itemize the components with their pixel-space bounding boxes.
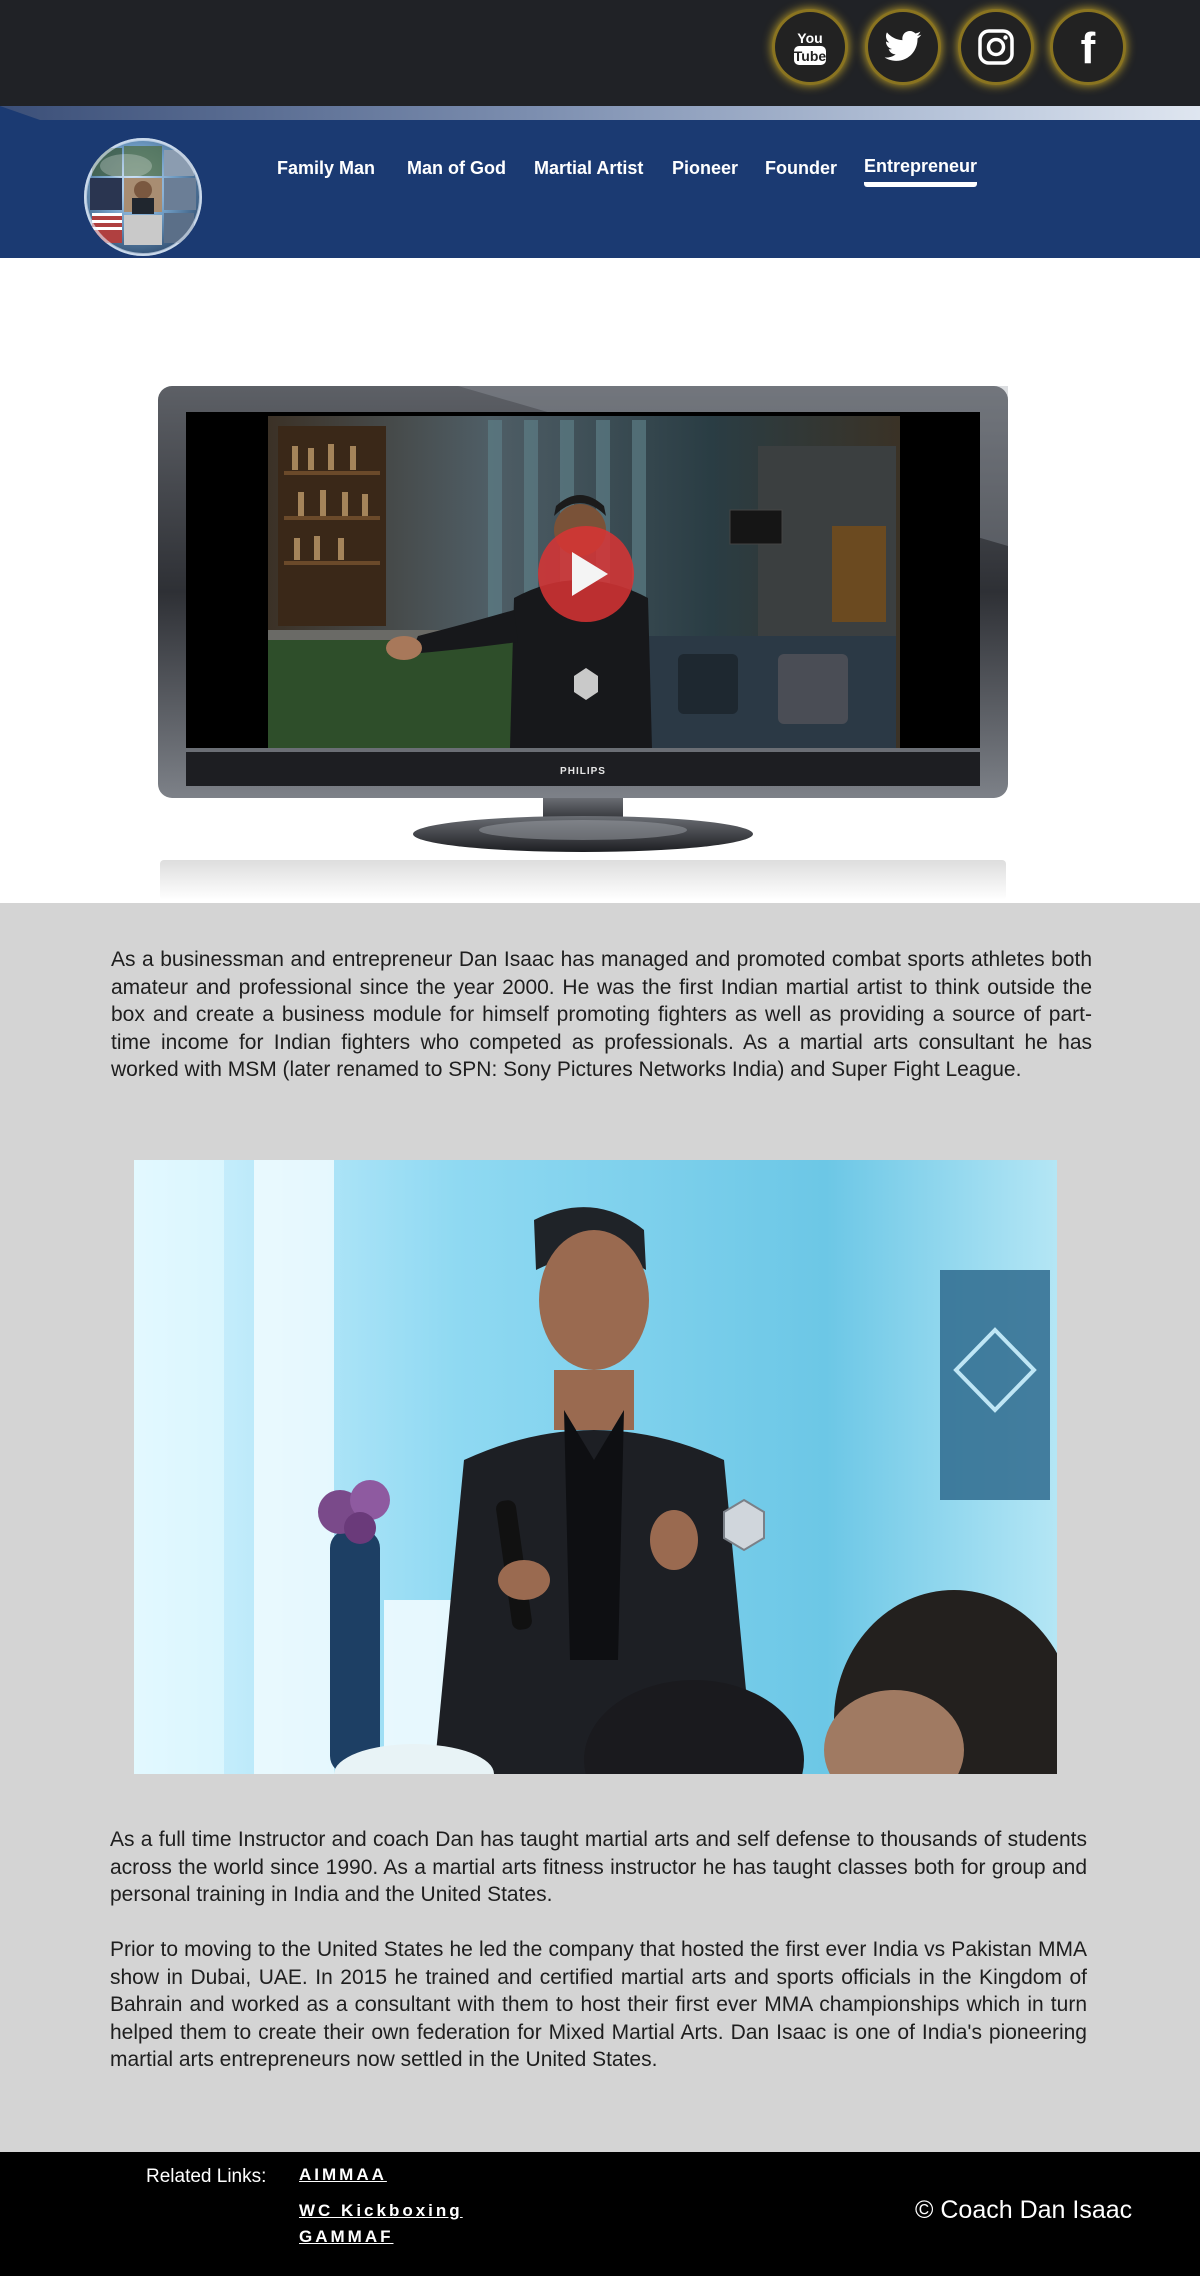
nav-founder[interactable]: Founder bbox=[765, 158, 837, 182]
company-history-paragraph: Prior to moving to the United States he … bbox=[110, 1938, 1087, 2071]
svg-text:You: You bbox=[797, 30, 822, 46]
site-logo-globe[interactable] bbox=[84, 138, 202, 256]
nav-entrepreneur[interactable]: Entrepreneur bbox=[864, 156, 978, 187]
svg-text:PHILIPS: PHILIPS bbox=[560, 766, 606, 777]
link-gammaf[interactable]: GAMMAF bbox=[299, 2227, 393, 2247]
nav-man-of-god[interactable]: Man of God bbox=[407, 158, 506, 182]
twitter-icon[interactable] bbox=[868, 12, 938, 82]
related-links-label: Related Links: bbox=[146, 2166, 267, 2187]
svg-text:Tube: Tube bbox=[794, 48, 827, 64]
video-player[interactable]: PHILIPS bbox=[158, 386, 1008, 852]
entrepreneur-intro-paragraph: As a businessman and entrepreneur Dan Is… bbox=[111, 948, 1092, 1081]
facebook-icon[interactable]: f bbox=[1053, 12, 1123, 82]
coach-speaking-photo bbox=[134, 1160, 1057, 1774]
copyright-text: © Coach Dan Isaac bbox=[915, 2196, 1133, 2224]
instagram-icon[interactable] bbox=[961, 12, 1031, 82]
link-wc-kickboxing[interactable]: WC Kickboxing bbox=[299, 2201, 463, 2221]
youtube-icon[interactable]: You Tube bbox=[775, 12, 845, 82]
instructor-paragraph: As a full time Instructor and coach Dan … bbox=[110, 1828, 1087, 1906]
video-reflection bbox=[160, 860, 1006, 900]
link-aimmaa[interactable]: AIMMAA bbox=[299, 2165, 387, 2185]
nav-martial-artist[interactable]: Martial Artist bbox=[534, 158, 643, 182]
nav-family-man[interactable]: Family Man bbox=[277, 158, 375, 182]
svg-text:f: f bbox=[1081, 25, 1096, 69]
nav-pioneer[interactable]: Pioneer bbox=[672, 158, 738, 182]
